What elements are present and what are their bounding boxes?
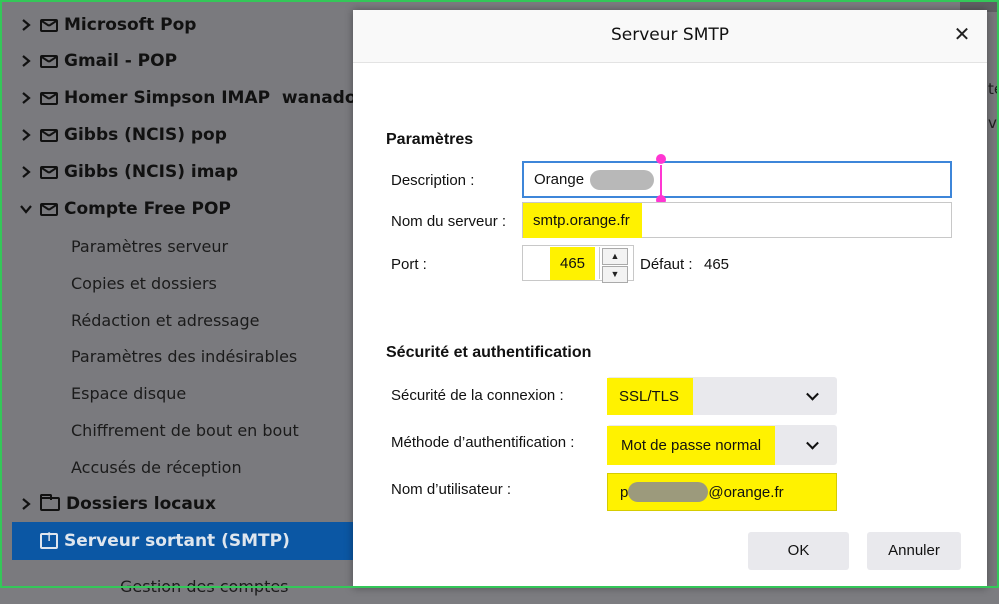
ok-button[interactable]: OK <box>748 532 849 570</box>
dialog-title: Serveur SMTP <box>610 25 730 45</box>
account-label: Gibbs (NCIS) pop <box>64 125 227 145</box>
username-prefix: p <box>620 483 629 501</box>
security-heading: Sécurité et authentification <box>386 344 592 361</box>
account-homer-simpson-imap[interactable]: Homer Simpson IMAP wanadoo <box>0 80 368 116</box>
sidebar-item-disk-space[interactable]: Espace disque <box>71 375 186 411</box>
account-compte-free-pop[interactable]: Compte Free POP <box>0 191 231 227</box>
envelope-icon <box>40 54 58 68</box>
chevron-down-icon <box>806 436 819 450</box>
port-input[interactable]: 465 ▲ ▼ <box>522 245 634 283</box>
default-port-value: 465 <box>704 256 730 273</box>
username-label: Nom d’utilisateur : <box>391 481 512 498</box>
redacted-blur <box>628 482 709 502</box>
description-label: Description : <box>391 172 475 189</box>
auth-method-value: Mot de passe normal <box>607 425 776 465</box>
dialog-titlebar: Serveur SMTP ✕ <box>353 10 987 63</box>
account-sidebar: Microsoft Pop Gmail - POP Homer Simpson … <box>0 0 368 596</box>
connection-security-value: SSL/TLS <box>607 377 694 415</box>
port-stepper[interactable]: ▲ ▼ <box>599 247 630 283</box>
account-label: Gmail - POP <box>64 51 178 71</box>
sidebar-item-copies-folders[interactable]: Copies et dossiers <box>71 265 217 301</box>
sidebar-item-junk-settings[interactable]: Paramètres des indésirables <box>71 338 297 374</box>
chevron-down-icon[interactable]: ▼ <box>602 266 628 283</box>
redacted-blur <box>590 169 655 190</box>
server-name-input[interactable]: smtp.orange.fr <box>522 202 952 238</box>
chevron-down-icon <box>806 387 819 401</box>
sidebar-item-encryption[interactable]: Chiffrement de bout en bout <box>71 412 299 448</box>
account-gibbs-pop[interactable]: Gibbs (NCIS) pop <box>0 117 227 153</box>
caret-top-marker <box>656 154 666 164</box>
port-value: 465 <box>550 246 596 280</box>
chevron-up-icon[interactable]: ▲ <box>602 248 628 265</box>
account-label: Gibbs (NCIS) imap <box>64 162 239 182</box>
description-value: Orange <box>534 171 585 188</box>
auth-method-label: Méthode d’authentification : <box>391 434 575 451</box>
account-label: Homer Simpson IMAP wanadoo <box>64 88 369 108</box>
sidebar-item-server-settings[interactable]: Paramètres serveur <box>71 228 228 264</box>
connection-security-label: Sécurité de la connexion : <box>391 387 564 404</box>
account-label: Microsoft Pop <box>64 15 197 35</box>
sidebar-item-receipts[interactable]: Accusés de réception <box>71 449 242 485</box>
chevron-right-icon[interactable] <box>20 55 32 67</box>
connection-security-select[interactable]: SSL/TLS <box>607 377 837 415</box>
folder-icon <box>40 494 60 511</box>
description-input[interactable]: Orange <box>522 161 952 198</box>
username-input[interactable]: p @orange.fr <box>607 473 837 511</box>
envelope-icon <box>40 165 58 179</box>
cancel-button[interactable]: Annuler <box>867 532 961 570</box>
account-label: Compte Free POP <box>64 199 231 219</box>
sidebar-item-composition[interactable]: Rédaction et adressage <box>71 302 259 338</box>
auth-method-select[interactable]: Mot de passe normal <box>607 425 837 465</box>
close-icon[interactable]: ✕ <box>951 23 973 45</box>
chevron-down-icon[interactable] <box>20 203 32 215</box>
settings-heading: Paramètres <box>386 131 474 148</box>
envelope-icon <box>40 91 58 105</box>
chevron-right-icon[interactable] <box>20 129 32 141</box>
manage-accounts-link[interactable]: Gestion des comptes <box>120 568 289 604</box>
account-gmail-pop[interactable]: Gmail - POP <box>0 43 177 79</box>
envelope-icon <box>40 202 58 216</box>
account-microsoft-pop[interactable]: Microsoft Pop <box>0 7 196 43</box>
chevron-right-icon[interactable] <box>20 92 32 104</box>
server-name-label: Nom du serveur : <box>391 213 507 230</box>
port-label: Port : <box>391 256 427 273</box>
account-gibbs-imap[interactable]: Gibbs (NCIS) imap <box>0 154 238 190</box>
local-folders-label: Dossiers locaux <box>66 494 216 514</box>
chevron-right-icon[interactable] <box>20 498 32 510</box>
envelope-icon <box>40 128 58 142</box>
outbox-icon <box>40 530 58 549</box>
chevron-right-icon[interactable] <box>20 19 32 31</box>
username-suffix: @orange.fr <box>708 483 784 501</box>
chevron-right-icon[interactable] <box>20 166 32 178</box>
sidebar-item-outgoing-server[interactable]: Serveur sortant (SMTP) <box>12 522 360 560</box>
envelope-icon <box>40 18 58 32</box>
outgoing-server-label: Serveur sortant (SMTP) <box>64 531 290 551</box>
sidebar-item-local-folders[interactable]: Dossiers locaux <box>0 486 216 522</box>
server-name-value: smtp.orange.fr <box>523 202 642 238</box>
default-port-label: Défaut : <box>640 256 693 273</box>
smtp-server-dialog: Serveur SMTP ✕ Paramètres Description : … <box>353 10 987 588</box>
